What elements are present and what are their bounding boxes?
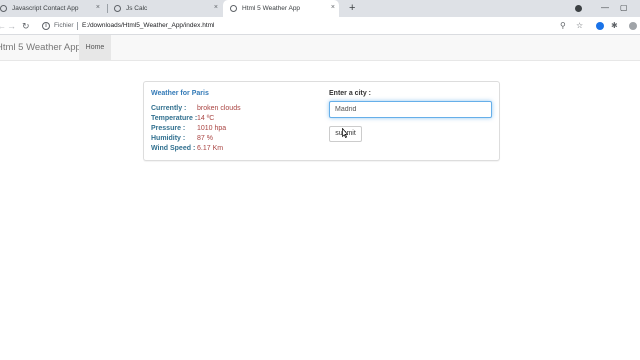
- humidity-label: Humidity :: [151, 135, 186, 142]
- address-bar-url[interactable]: E:/downloads/Html5_Weather_App/index.htm…: [82, 21, 214, 31]
- mouse-cursor-icon: [342, 128, 348, 138]
- close-tab-icon[interactable]: ×: [331, 4, 335, 12]
- address-separator: [77, 22, 78, 30]
- humidity-value: 87 %: [197, 135, 213, 142]
- currently-value: broken clouds: [197, 105, 241, 112]
- browser-toolbar: ← → ↻ i Fichier E:/downloads/Html5_Weath…: [0, 17, 640, 35]
- globe-icon: [0, 5, 7, 12]
- pressure-value: 1010 hpa: [197, 125, 227, 132]
- forward-arrow-icon[interactable]: →: [7, 19, 16, 33]
- temperature-label: Temperature :: [151, 115, 198, 122]
- app-brand[interactable]: Html 5 Weather App: [0, 35, 81, 61]
- tab-title: Html 5 Weather App: [242, 5, 301, 12]
- currently-label: Currently :: [151, 105, 187, 112]
- app-navbar: Html 5 Weather App Home: [0, 35, 640, 61]
- pressure-label: Pressure :: [151, 125, 186, 132]
- temperature-value: 14 ºC: [197, 115, 215, 122]
- wind-speed-label: Wind Speed :: [151, 145, 196, 152]
- profile-indicator-icon[interactable]: [575, 5, 582, 12]
- close-tab-icon[interactable]: ×: [96, 4, 100, 12]
- tab-js-calc[interactable]: Js Calc ×: [108, 0, 222, 17]
- minimize-icon[interactable]: —: [601, 1, 609, 15]
- reload-icon[interactable]: ↻: [22, 19, 30, 33]
- weather-panel: Weather for Paris Currently : broken clo…: [143, 81, 500, 161]
- info-icon[interactable]: i: [42, 22, 50, 30]
- puzzle-icon[interactable]: ✱: [611, 20, 618, 32]
- star-icon[interactable]: ☆: [576, 20, 583, 32]
- globe-icon: [114, 5, 121, 12]
- new-tab-button[interactable]: +: [349, 2, 355, 14]
- location-pin-icon[interactable]: ⚲: [560, 20, 566, 32]
- address-scheme-label: Fichier: [54, 22, 74, 29]
- wind-speed-value: 6.17 Km: [197, 145, 224, 152]
- browser-tab-bar: Javascript Contact App × Js Calc × Html …: [0, 0, 640, 17]
- close-tab-icon[interactable]: ×: [214, 4, 218, 12]
- tab-html5-weather-app[interactable]: Html 5 Weather App ×: [223, 0, 339, 17]
- tab-title: Javascript Contact App: [12, 5, 79, 12]
- nav-home-link[interactable]: Home: [79, 35, 111, 61]
- weather-title: Weather for Paris: [151, 90, 209, 97]
- tab-title: Js Calc: [126, 5, 148, 12]
- avatar[interactable]: [629, 22, 637, 30]
- maximize-icon[interactable]: ▢: [620, 1, 628, 15]
- back-arrow-icon[interactable]: ←: [0, 19, 6, 33]
- extension-icon[interactable]: [596, 22, 604, 30]
- tab-javascript-contact-app[interactable]: Javascript Contact App ×: [0, 0, 104, 17]
- city-input[interactable]: [329, 101, 492, 118]
- globe-icon: [230, 5, 237, 12]
- city-input-label: Enter a city :: [329, 90, 372, 97]
